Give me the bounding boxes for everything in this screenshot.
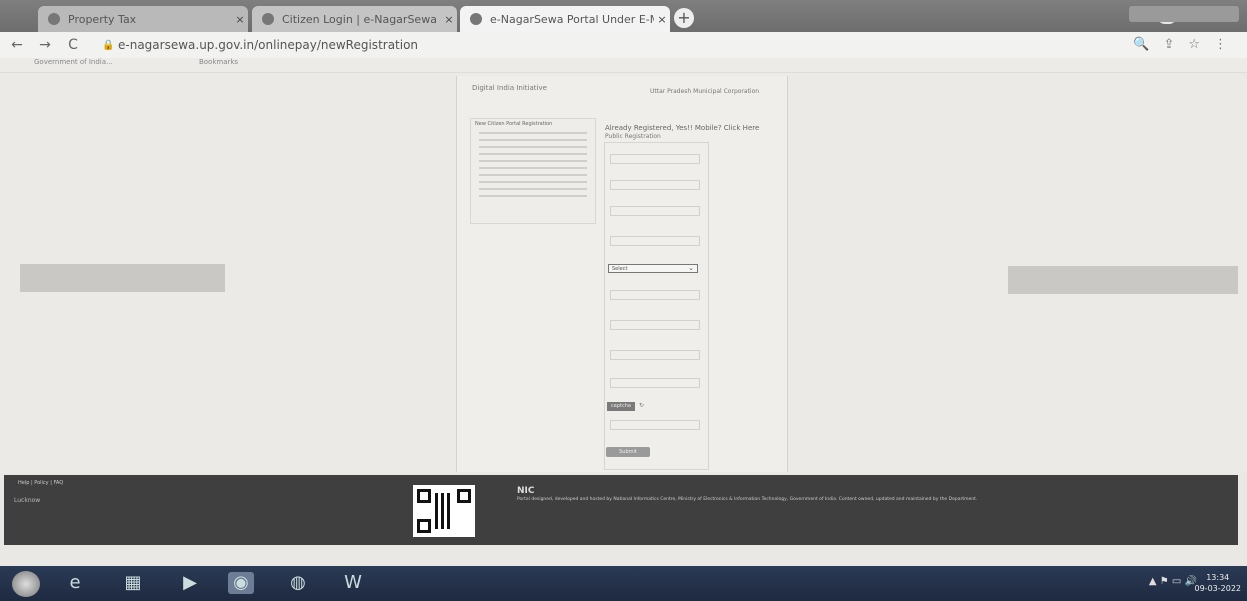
ie-icon[interactable]: e (62, 572, 88, 594)
instructions-title: New Citizen Portal Registration (475, 121, 553, 127)
search-icon[interactable]: 🔍 (1133, 37, 1149, 52)
bookmark-item[interactable]: Bookmarks (199, 58, 238, 66)
district-select[interactable]: Select ⌄ (608, 264, 698, 273)
chrome-icon[interactable]: ◉ (228, 572, 254, 594)
bookmark-item[interactable]: Government of India... (34, 58, 113, 66)
firefox-icon[interactable]: ◍ (285, 572, 311, 594)
footer-links[interactable]: Help | Policy | FAQ (18, 480, 63, 486)
portal-icon (470, 13, 482, 25)
address-field[interactable] (610, 236, 700, 246)
word-icon[interactable]: W (340, 572, 366, 594)
tab-property-tax[interactable]: Property Tax × (38, 6, 248, 32)
address-bar[interactable]: e-nagarsewa.up.gov.in/onlinepay/newRegis… (118, 38, 418, 52)
page-title: Digital India Initiative (472, 84, 547, 92)
select-value: Select (612, 266, 628, 272)
mobile-field[interactable] (610, 180, 700, 190)
share-icon[interactable]: ⇪ (1163, 37, 1174, 52)
ulb-field[interactable] (610, 290, 700, 300)
back-button[interactable]: ← (6, 37, 28, 53)
submit-button[interactable]: Submit (606, 447, 650, 457)
name-field[interactable] (610, 154, 700, 164)
close-icon[interactable]: × (654, 13, 670, 26)
close-icon[interactable]: × (441, 13, 457, 26)
globe-icon (48, 13, 60, 25)
page-footer: Help | Policy | FAQ Lucknow (4, 475, 1238, 545)
browser-toolbar: ← → C 🔒 e-nagarsewa.up.gov.in/onlinepay/… (0, 32, 1247, 58)
tab-label: Property Tax (68, 12, 137, 26)
chevron-down-icon: ⌄ (688, 264, 694, 272)
clock-date: 09-03-2022 (1194, 584, 1242, 593)
forward-button[interactable]: → (34, 37, 56, 53)
page-noise (20, 264, 225, 292)
clock[interactable]: 13:34 09-03-2022 (1195, 572, 1242, 594)
system-tray[interactable]: ▲ ⚑ ▭ 🔊 (1149, 576, 1197, 587)
form-title[interactable]: Already Registered, Yes!! Mobile? Click … (605, 124, 759, 132)
bookmarks-bar: Government of India... Bookmarks (0, 58, 1247, 73)
tab-label: e-NagarSewa Portal Under E-Municipality (490, 12, 654, 26)
refresh-icon[interactable]: ↻ (639, 402, 644, 409)
lock-icon[interactable]: 🔒 (102, 40, 114, 51)
tab-enagarsewa[interactable]: e-NagarSewa Portal Under E-Municipality … (460, 6, 670, 32)
star-icon[interactable]: ☆ (1188, 37, 1200, 52)
clock-time: 13:34 (1206, 573, 1230, 582)
reload-button[interactable]: C (62, 37, 84, 53)
form-subtitle: Public Registration (605, 133, 661, 140)
ward-field[interactable] (610, 320, 700, 330)
tab-label: Citizen Login | e-NagarSewa Portal (282, 12, 441, 26)
window-controls[interactable] (1129, 6, 1239, 22)
confirm-password-field[interactable] (610, 378, 700, 388)
captcha-image: captcha (607, 402, 635, 411)
folder-icon[interactable]: ▦ (120, 572, 146, 594)
nic-logo: NIC (517, 486, 535, 496)
header-logo-text: Uttar Pradesh Municipal Corporation (650, 88, 760, 95)
tab-citizen-login[interactable]: Citizen Login | e-NagarSewa Portal × (252, 6, 457, 32)
captcha-input[interactable] (610, 420, 700, 430)
windows-taskbar: e ▦ ▶ ◉ ◍ W ▲ ⚑ ▭ 🔊 13:34 09-03-2022 (0, 566, 1247, 601)
close-icon[interactable]: × (232, 13, 248, 26)
nic-credit: Portal designed, developed and hosted by… (517, 497, 978, 502)
email-field[interactable] (610, 206, 700, 216)
instructions-box: New Citizen Portal Registration (470, 118, 596, 224)
new-tab-button[interactable]: + (674, 8, 694, 28)
browser-tab-bar: Property Tax × Citizen Login | e-NagarSe… (0, 0, 1247, 32)
password-field[interactable] (610, 350, 700, 360)
start-button[interactable] (12, 571, 40, 597)
media-icon[interactable]: ▶ (177, 572, 203, 594)
qr-code (413, 485, 475, 537)
menu-icon[interactable]: ⋮ (1214, 37, 1227, 52)
footer-location: Lucknow (14, 497, 41, 504)
page-noise (1008, 266, 1238, 294)
globe-icon (262, 13, 274, 25)
